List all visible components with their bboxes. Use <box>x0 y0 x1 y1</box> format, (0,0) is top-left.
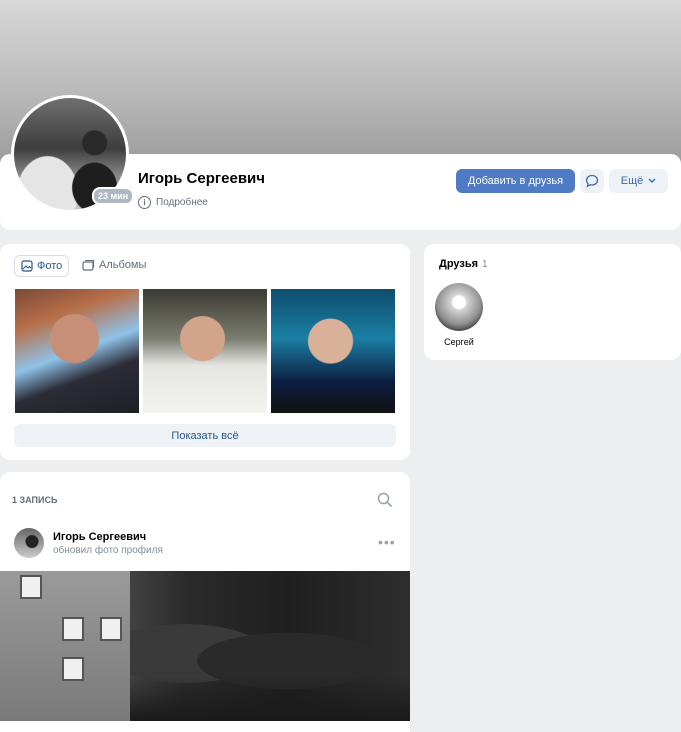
more-label: Ещё <box>620 175 644 187</box>
details-link[interactable]: i Подробнее <box>138 196 208 209</box>
photos-card: Фото Альбомы Показать всё <box>0 244 410 460</box>
photo-thumbnail[interactable] <box>271 289 395 413</box>
friends-card: Друзья 1 Сергей <box>424 244 681 360</box>
friends-count: 1 <box>482 259 488 270</box>
details-label: Подробнее <box>156 197 208 208</box>
message-icon <box>585 174 599 188</box>
wall-card: 1 ЗАПИСЬ Игорь Сергеевич обновил фото пр… <box>0 472 410 732</box>
post-subtitle: обновил фото профиля <box>53 545 163 556</box>
message-button[interactable] <box>580 169 604 193</box>
search-icon[interactable] <box>377 492 393 508</box>
profile-name: Игорь Сергеевич <box>138 170 265 187</box>
add-friend-button[interactable]: Добавить в друзья <box>456 169 575 193</box>
chevron-down-icon <box>648 178 656 183</box>
more-options-icon[interactable]: ••• <box>378 534 396 550</box>
tab-albums-label: Альбомы <box>99 259 147 271</box>
info-icon: i <box>138 196 151 209</box>
album-icon <box>82 259 95 271</box>
tab-photos-label: Фото <box>37 260 63 272</box>
post-author-name[interactable]: Игорь Сергеевич <box>53 531 146 543</box>
photo-thumbnail[interactable] <box>143 289 267 413</box>
friend-name[interactable]: Сергей <box>435 337 483 347</box>
photo-thumbnail[interactable] <box>15 289 139 413</box>
post-author-avatar[interactable] <box>14 528 44 558</box>
more-button[interactable]: Ещё <box>609 169 668 193</box>
photo-icon <box>21 260 33 272</box>
friend-avatar[interactable] <box>435 283 483 331</box>
tab-albums[interactable]: Альбомы <box>76 255 152 275</box>
friends-title[interactable]: Друзья 1 <box>439 258 488 270</box>
post-photo-house <box>0 571 130 721</box>
wall-count: 1 ЗАПИСЬ <box>12 495 58 505</box>
avatar-time-badge: 23 мин <box>92 187 135 205</box>
friends-title-label: Друзья <box>439 258 479 270</box>
show-all-button[interactable]: Показать всё <box>14 424 396 447</box>
tab-photos[interactable]: Фото <box>14 255 70 277</box>
